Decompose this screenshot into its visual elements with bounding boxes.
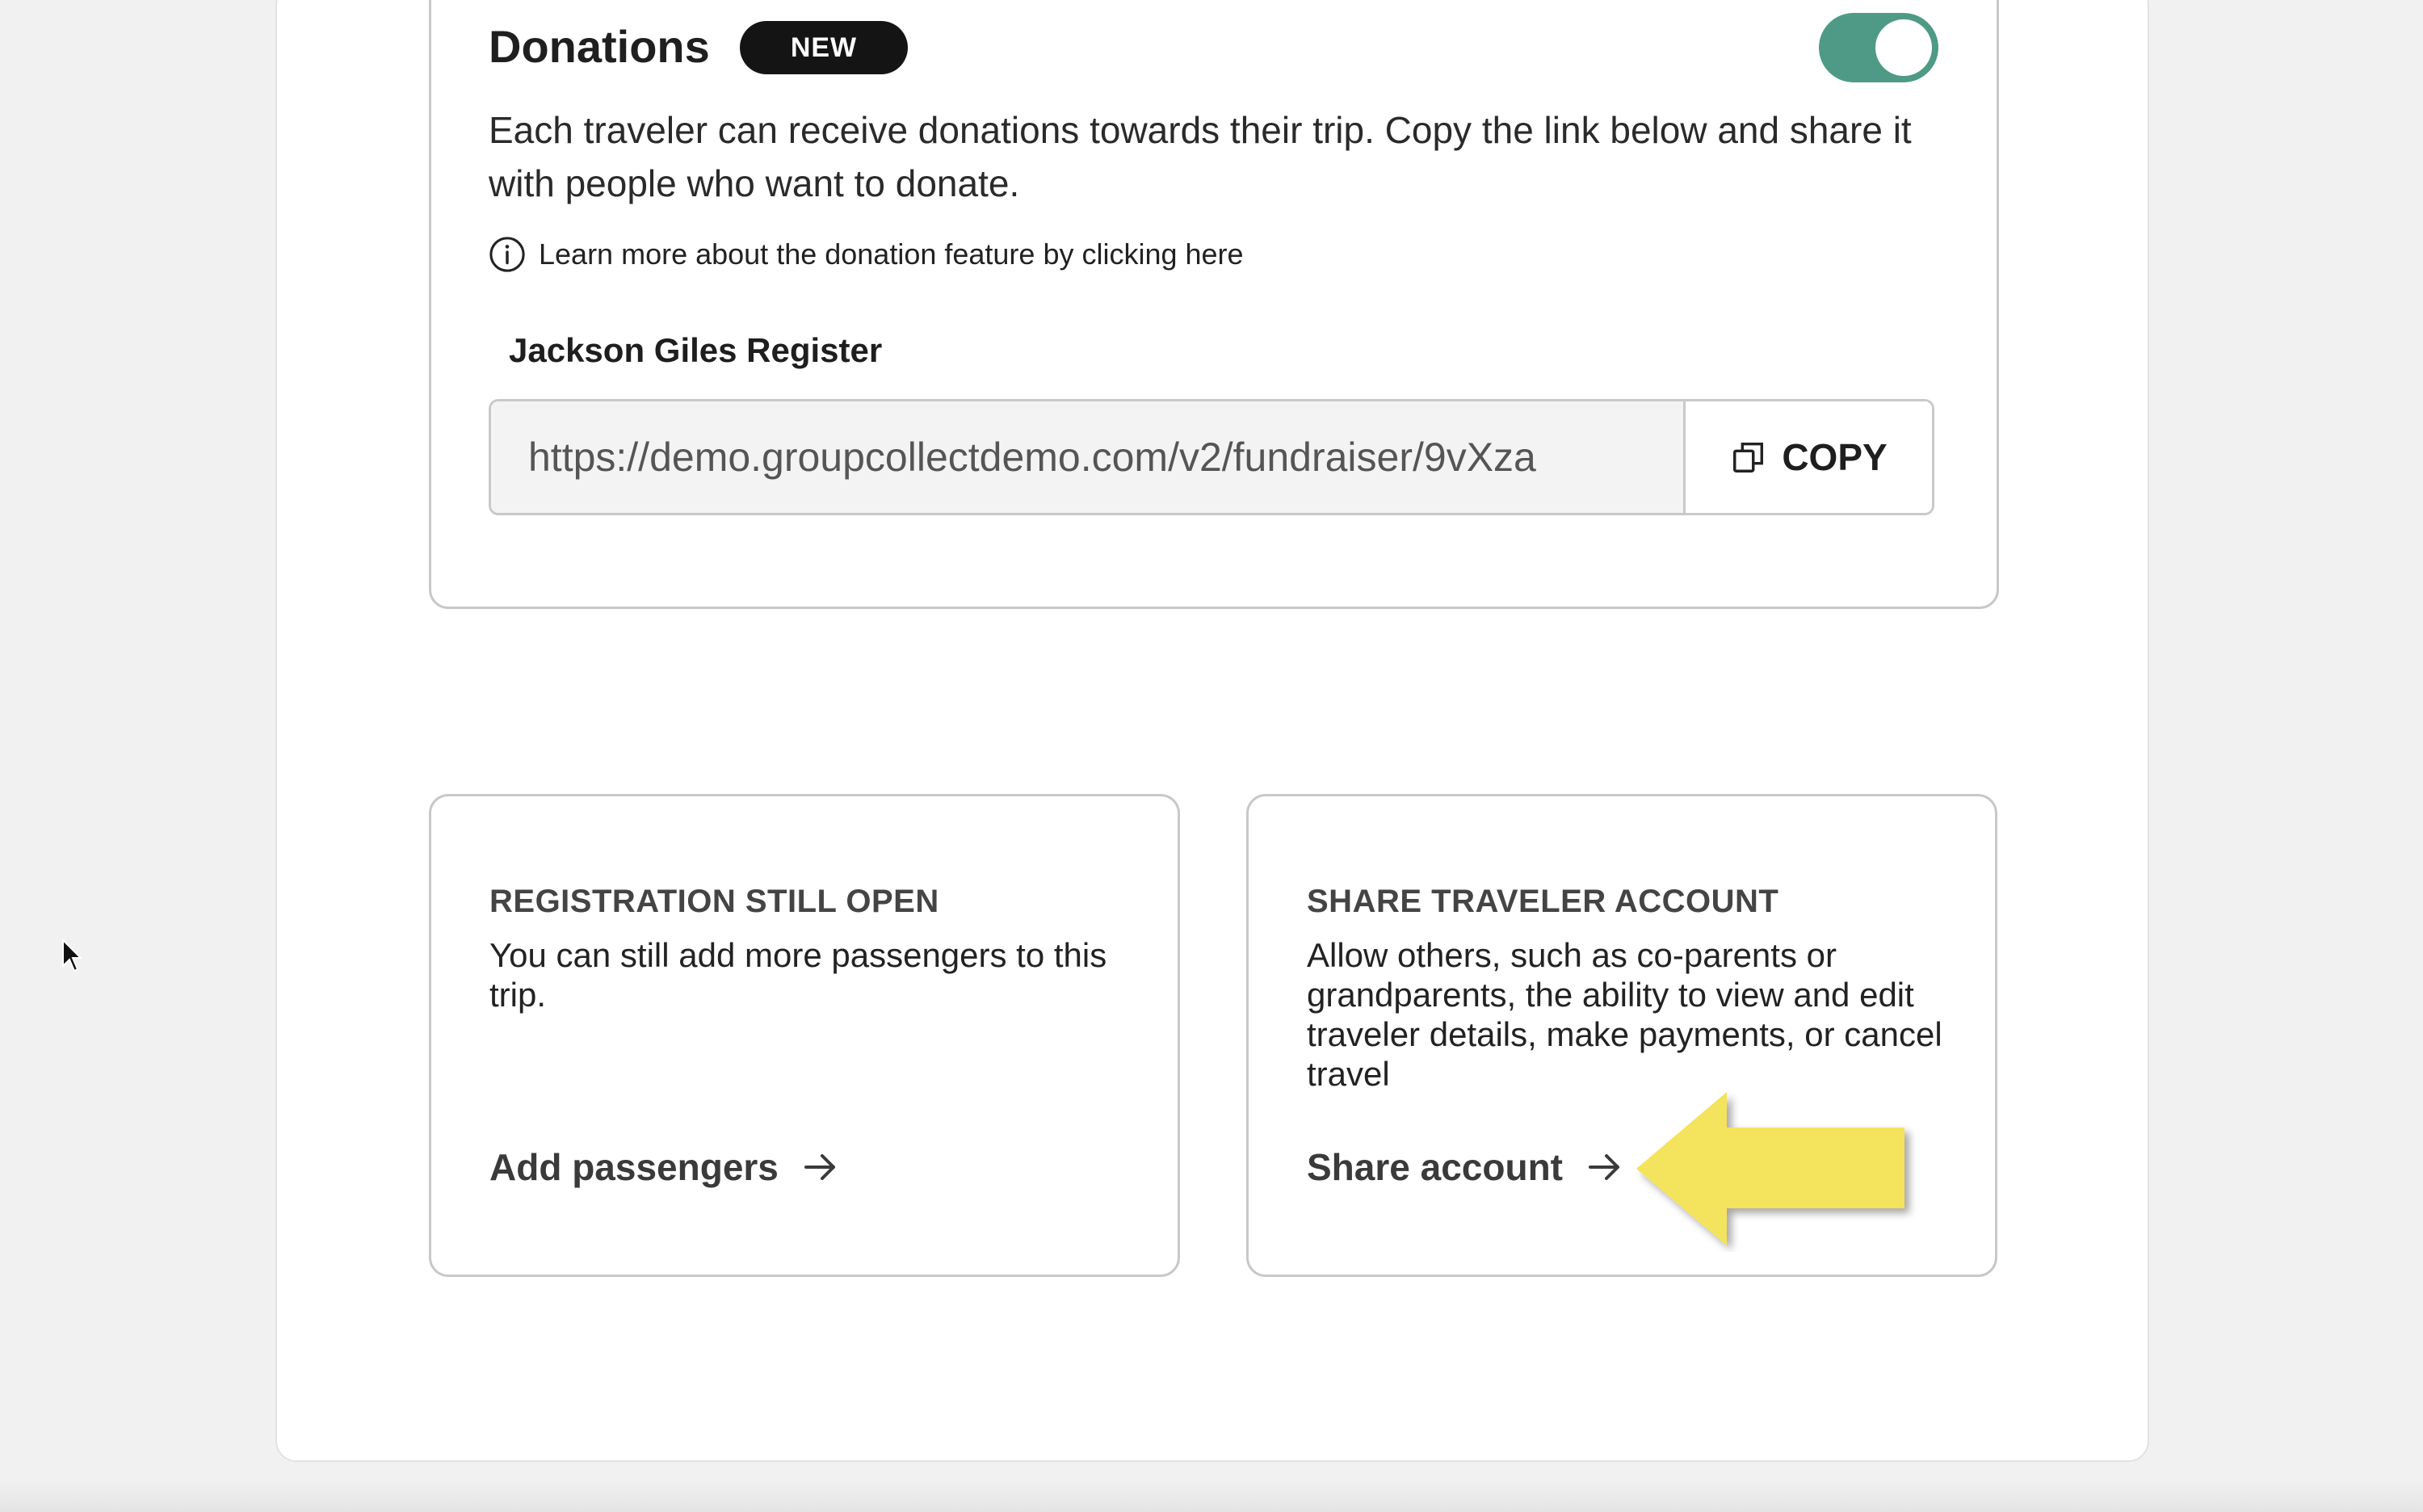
fundraiser-url-group: COPY — [489, 399, 1934, 515]
learn-more-row[interactable]: Learn more about the donation feature by… — [489, 236, 1244, 273]
new-badge: NEW — [740, 21, 908, 74]
registration-body: You can still add more passengers to thi… — [489, 936, 1107, 1014]
add-passengers-link[interactable]: Add passengers — [489, 1145, 840, 1189]
mouse-cursor-icon — [62, 939, 83, 972]
donations-card — [429, 0, 1999, 609]
toggle-knob — [1875, 19, 1932, 76]
copy-button-label: COPY — [1782, 436, 1888, 478]
registration-card: REGISTRATION STILL OPEN You can still ad… — [429, 794, 1180, 1277]
donations-description: Each traveler can receive donations towa… — [489, 109, 1912, 204]
bottom-shadow — [0, 1480, 2423, 1512]
share-account-link[interactable]: Share account — [1307, 1145, 1624, 1189]
arrow-right-icon — [804, 1154, 835, 1180]
info-circle-icon — [489, 237, 525, 272]
add-passengers-label: Add passengers — [489, 1146, 779, 1188]
learn-more-link[interactable]: Learn more about the donation feature by… — [539, 237, 1244, 271]
donations-toggle[interactable] — [1819, 13, 1938, 82]
copy-icon — [1733, 442, 1764, 472]
callout-arrow-icon — [1636, 1092, 1904, 1245]
donations-title: Donations — [489, 21, 710, 72]
fundraiser-url-field[interactable] — [491, 401, 1686, 513]
share-heading: SHARE TRAVELER ACCOUNT — [1307, 884, 1779, 919]
registration-heading: REGISTRATION STILL OPEN — [489, 884, 939, 919]
arrow-right-icon — [1589, 1154, 1619, 1180]
share-body: Allow others, such as co-parents or gran… — [1307, 936, 1942, 1093]
copy-button[interactable]: COPY — [1686, 401, 1932, 513]
register-name-label: Jackson Giles Register — [509, 331, 883, 369]
share-account-label: Share account — [1307, 1146, 1563, 1188]
